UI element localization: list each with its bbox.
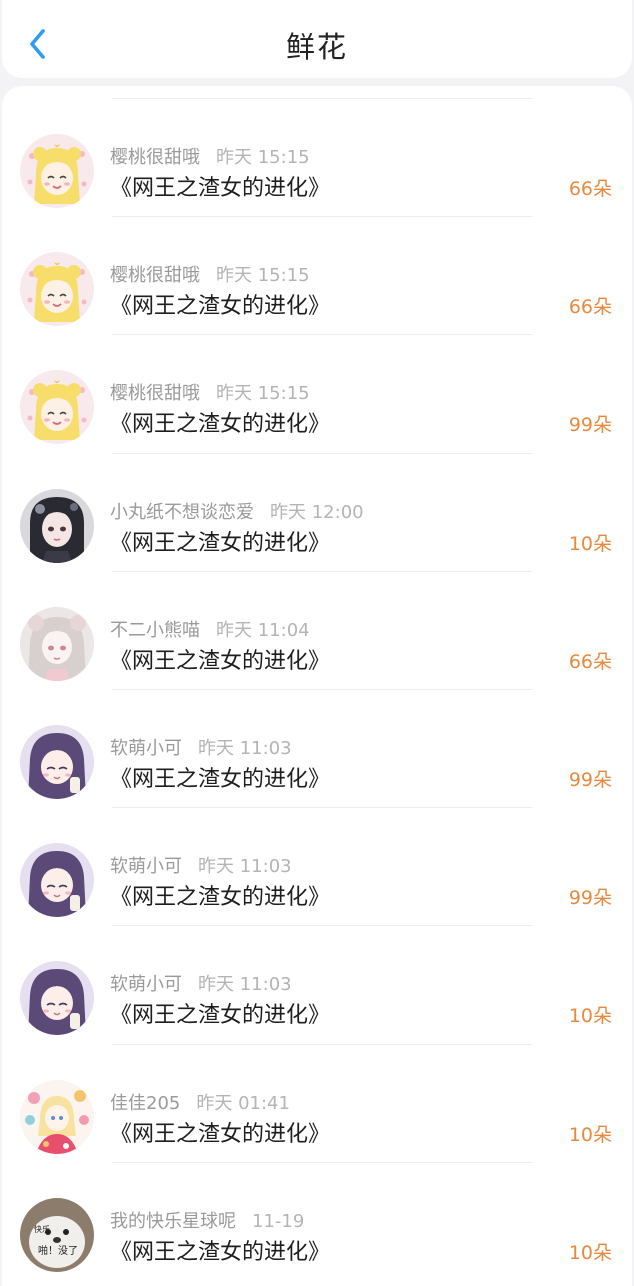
avatar[interactable]: [20, 961, 94, 1036]
user-name: 软萌小可 昨天 11:03: [110, 970, 292, 996]
sailor-avatar: [20, 134, 94, 208]
row-divider: [112, 689, 532, 690]
row-divider: [112, 925, 532, 927]
avatar[interactable]: [20, 488, 94, 563]
book-title: 《网王之渣女的进化》: [110, 176, 331, 201]
flower-count: 10朵: [568, 1241, 612, 1264]
user-name-text: 我的快乐星球呢: [110, 1210, 236, 1232]
list-item[interactable]: 小丸纸不想谈恋爱 昨天 12:00 《网王之渣女的进化》 10朵: [2, 452, 632, 571]
list-item[interactable]: 软萌小可 昨天 11:03 《网王之渣女的进化》 99朵: [2, 807, 632, 925]
row-divider: [112, 334, 532, 336]
list-item[interactable]: 软萌小可 昨天 11:03 《网王之渣女的进化》 99朵: [2, 689, 632, 807]
book-title: 《网王之渣女的进化》: [110, 767, 331, 792]
timestamp: 昨天 12:00: [270, 501, 364, 523]
avatar[interactable]: [20, 1079, 94, 1154]
list-item[interactable]: 快乐 啪！没了 我的快乐星球呢 11-19 《网王之渣女的进化》 10朵: [2, 1161, 632, 1280]
timestamp: 昨天 11:03: [198, 856, 292, 878]
flower-count: 10朵: [568, 1005, 612, 1028]
user-name: 佳佳205 昨天 01:41: [110, 1089, 290, 1115]
timestamp: 昨天 15:15: [216, 383, 310, 405]
user-name-text: 樱桃很甜哦: [110, 265, 200, 287]
list-item[interactable]: 樱桃很甜哦 昨天 15:15 《网王之渣女的进化》 99朵: [2, 334, 632, 452]
book-title: 《网王之渣女的进化》: [110, 885, 331, 911]
timestamp: 昨天 11:03: [198, 974, 292, 996]
book-title: 《网王之渣女的进化》: [110, 1239, 331, 1265]
user-name: 我的快乐星球呢 11-19: [110, 1207, 304, 1233]
user-name-text: 佳佳205: [110, 1092, 181, 1114]
user-name-text: 软萌小可: [110, 974, 182, 996]
list-item[interactable]: 不二小熊喵 昨天 11:04 《网王之渣女的进化》 66朵: [2, 570, 632, 689]
flower-count: 99朵: [568, 887, 612, 910]
user-name: 不二小熊喵 昨天 11:04: [110, 616, 310, 642]
row-divider: [112, 807, 532, 809]
timestamp: 11-19: [252, 1210, 305, 1232]
timestamp: 昨天 15:15: [216, 147, 310, 168]
timestamp: 昨天 15:15: [216, 265, 310, 287]
avatar[interactable]: [20, 370, 94, 445]
avatar[interactable]: [20, 606, 94, 681]
top-bar: 鲜花: [2, 0, 632, 78]
row-divider: [112, 1043, 532, 1045]
svg-text:快乐: 快乐: [34, 1224, 50, 1234]
row-divider: [112, 216, 532, 218]
book-title: 《网王之渣女的进化》: [110, 648, 331, 674]
purple-hair-avatar: [20, 843, 94, 918]
dark-hair-avatar: [20, 488, 94, 563]
pale-girl-avatar: [20, 606, 94, 681]
flower-count: 99朵: [568, 414, 612, 437]
seal-meme-avatar: 快乐啪！没了: [20, 1197, 94, 1272]
user-name: 小丸纸不想谈恋爱 昨天 12:00: [110, 498, 364, 524]
purple-hair-avatar: [20, 725, 94, 799]
flower-count: 66朵: [568, 178, 612, 200]
user-name-text: 软萌小可: [110, 738, 182, 759]
book-title: 《网王之渣女的进化》: [110, 1121, 331, 1147]
flower-count: 99朵: [568, 769, 612, 791]
user-name: 樱桃很甜哦 昨天 15:15: [110, 261, 310, 287]
page-title: 鲜花: [285, 30, 348, 64]
book-title: 《网王之渣女的进化》: [110, 530, 331, 556]
timestamp: 昨天 11:04: [216, 619, 310, 641]
flower-count: 66朵: [568, 296, 612, 319]
flower-girl-avatar: [20, 1079, 94, 1154]
book-title: 《网王之渣女的进化》: [110, 294, 331, 320]
flower-count: 66朵: [568, 650, 612, 673]
avatar[interactable]: [20, 843, 94, 918]
avatar[interactable]: [20, 725, 94, 799]
user-name: 樱桃很甜哦 昨天 15:15: [110, 379, 310, 405]
list-item[interactable]: 佳佳205 昨天 01:41 《网王之渣女的进化》 10朵: [2, 1043, 632, 1162]
svg-text:啪！没了: 啪！没了: [38, 1244, 78, 1257]
row-divider: [112, 1161, 532, 1163]
row-divider: [112, 452, 532, 454]
avatar[interactable]: [20, 252, 94, 327]
user-name-text: 樱桃很甜哦: [110, 147, 200, 168]
sailor-avatar: [20, 252, 94, 327]
list-item[interactable]: 樱桃很甜哦 昨天 15:15 《网王之渣女的进化》 66朵: [2, 216, 632, 334]
avatar[interactable]: [20, 134, 94, 208]
book-title: 《网王之渣女的进化》: [110, 412, 331, 438]
row-divider: [112, 98, 532, 99]
timestamp: 昨天 01:41: [196, 1092, 290, 1114]
user-name-text: 樱桃很甜哦: [110, 383, 200, 405]
sailor-avatar: [20, 370, 94, 445]
book-title: 《网王之渣女的进化》: [110, 1003, 331, 1029]
user-name: 软萌小可 昨天 11:03: [110, 852, 292, 878]
user-name-text: 小丸纸不想谈恋爱: [110, 501, 254, 523]
purple-hair-avatar: [20, 961, 94, 1036]
row-divider: [112, 570, 532, 572]
flower-list: 樱桃很甜哦 昨天 15:15 《网王之渣女的进化》 66朵 樱桃很甜哦 昨天 15:15 《…: [2, 86, 632, 1286]
user-name: 樱桃很甜哦 昨天 15:15: [110, 143, 310, 169]
timestamp: 昨天 11:03: [198, 738, 292, 759]
flower-count: 10朵: [568, 532, 612, 555]
user-name-text: 软萌小可: [110, 856, 182, 878]
list-item[interactable]: 软萌小可 昨天 11:03 《网王之渣女的进化》 10朵: [2, 925, 632, 1043]
flower-count: 10朵: [568, 1123, 612, 1146]
avatar[interactable]: 快乐啪！没了: [20, 1197, 94, 1272]
user-name-text: 不二小熊喵: [110, 619, 200, 641]
list-item[interactable]: 樱桃很甜哦 昨天 15:15 《网王之渣女的进化》 66朵: [2, 98, 632, 216]
user-name: 软萌小可 昨天 11:03: [110, 734, 292, 760]
